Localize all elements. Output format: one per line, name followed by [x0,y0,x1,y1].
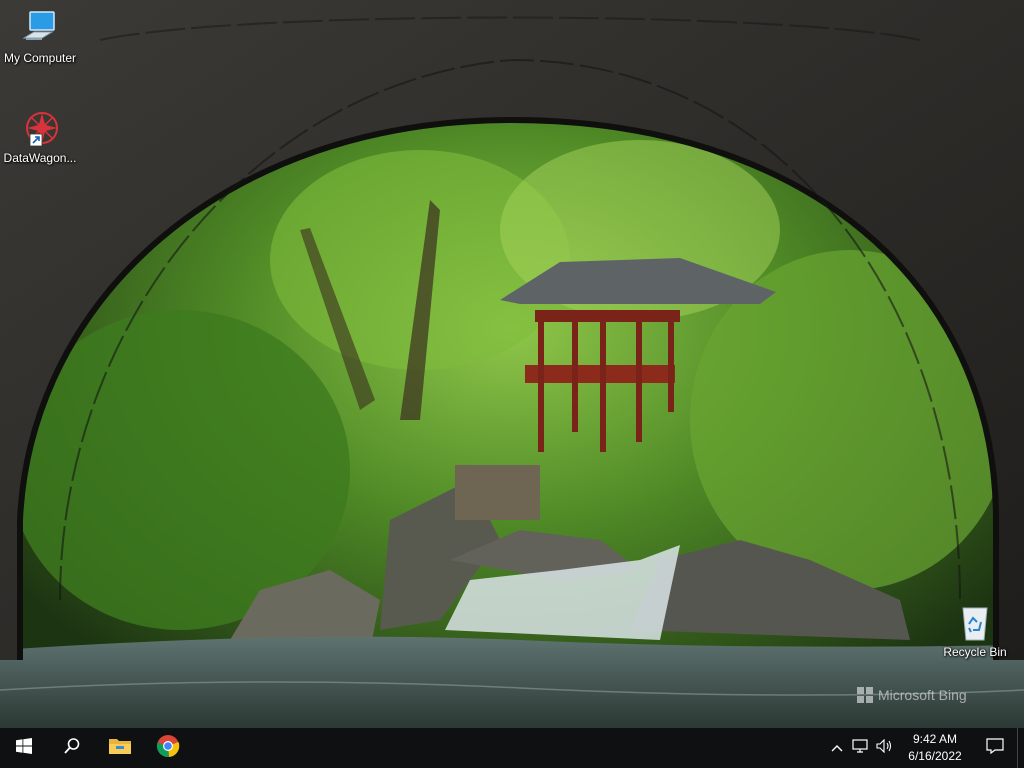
start-button[interactable] [0,728,48,768]
search-icon [63,737,81,760]
network-button[interactable] [849,728,873,768]
search-button[interactable] [48,728,96,768]
bing-watermark: Microsoft Bing [856,686,967,704]
bing-logo-icon [856,686,874,704]
system-tray: 9:42 AM 6/16/2022 [825,728,1024,768]
windows-start-icon [16,737,32,759]
clock-date: 6/16/2022 [908,749,962,763]
desktop-icon-datawagon[interactable]: DataWagon... [0,108,80,165]
desktop-icon-label: My Computer [3,51,77,65]
network-icon [852,738,870,758]
action-center-button[interactable] [973,728,1017,768]
datawagon-shortcut-icon [20,108,60,148]
file-explorer-icon [109,737,131,760]
chrome-icon [156,734,180,763]
desktop-icon-label: DataWagon... [3,151,77,165]
show-hidden-icons-button[interactable] [825,728,849,768]
taskbar-clock[interactable]: 9:42 AM 6/16/2022 [903,731,967,765]
volume-button[interactable] [873,728,897,768]
taskbar-file-explorer[interactable] [96,728,144,768]
desktop-wallpaper [0,0,1024,728]
recycle-bin-icon [955,602,995,642]
taskbar: 9:42 AM 6/16/2022 [0,728,1024,768]
desktop-icon-recycle-bin[interactable]: Recycle Bin [935,602,1015,659]
action-center-icon [986,737,1004,759]
chevron-up-icon [831,739,843,757]
volume-icon [876,738,894,758]
clock-time: 9:42 AM [912,732,958,746]
watermark-text: Microsoft Bing [878,687,967,703]
computer-icon [20,8,60,48]
show-desktop-button[interactable] [1017,728,1024,768]
desktop-icon-label: Recycle Bin [943,645,1007,659]
wallpaper-scene [0,0,1024,728]
taskbar-chrome[interactable] [144,728,192,768]
desktop-icon-my-computer[interactable]: My Computer [0,8,80,65]
